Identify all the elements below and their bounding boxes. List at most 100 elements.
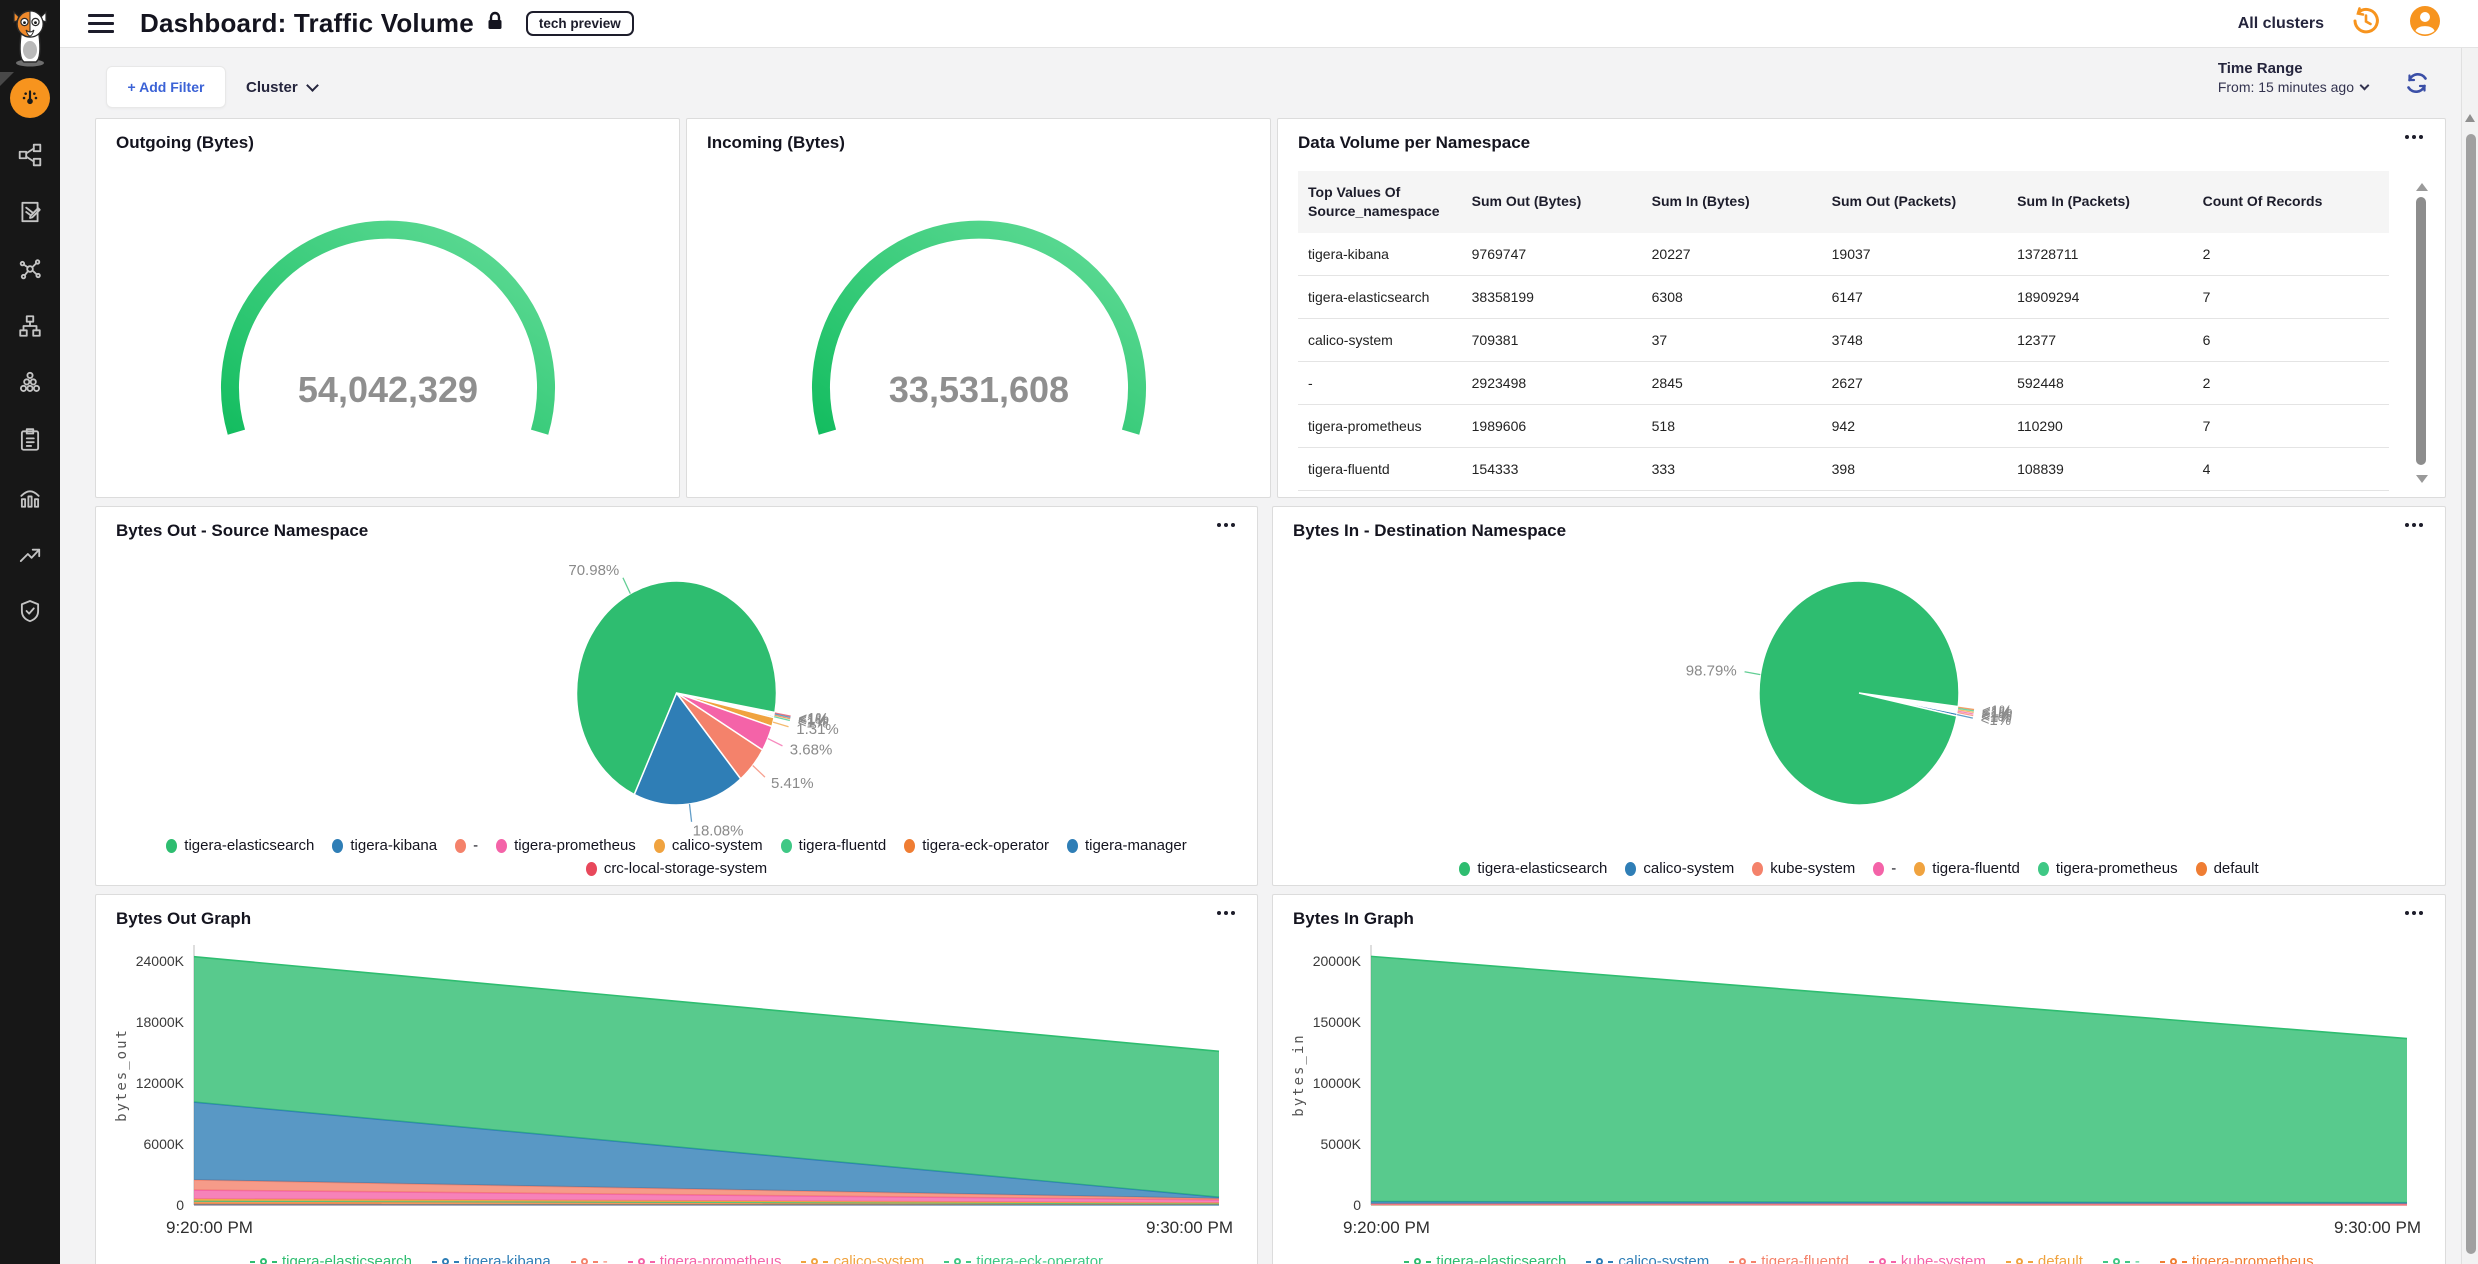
panel-options-icon[interactable] <box>2399 517 2429 533</box>
legend-item[interactable]: tigera-fluentd <box>781 837 887 854</box>
sidebar-item-dashboards[interactable] <box>10 78 50 118</box>
panel-options-icon[interactable] <box>2399 129 2429 145</box>
table-cell: 12377 <box>2007 318 2192 361</box>
table-scrollbar[interactable] <box>2415 183 2427 483</box>
legend-item[interactable]: tigera-elasticsearch <box>1459 860 1607 877</box>
scrollbar-thumb[interactable] <box>2416 197 2426 465</box>
cluster-selector[interactable]: All clusters <box>2238 15 2324 33</box>
panel-options-icon[interactable] <box>2399 905 2429 921</box>
top-header: Dashboard: Traffic Volume tech preview A… <box>60 0 2478 48</box>
legend-item[interactable]: tigera-prometheus <box>2160 1253 2314 1264</box>
legend-item[interactable]: calico-system <box>1586 1253 1709 1264</box>
legend-item[interactable]: calico-system <box>654 837 763 854</box>
table-cell: 7 <box>2193 404 2389 447</box>
sidebar-item-security[interactable] <box>10 591 50 631</box>
table-column-header[interactable]: Sum Out (Bytes) <box>1462 171 1642 233</box>
sidebar-item-service-graph[interactable] <box>10 135 50 175</box>
pie-label-line <box>773 722 788 727</box>
sidebar-item-policies[interactable] <box>10 192 50 232</box>
table-column-header[interactable]: Sum In (Bytes) <box>1642 171 1822 233</box>
panel-incoming-bytes: Incoming (Bytes) 33,531,608 <box>686 118 1271 498</box>
table-cell: 13728711 <box>2007 233 2192 276</box>
table-cell: 6308 <box>1642 275 1822 318</box>
molecule-icon <box>17 256 43 282</box>
panel-data-volume-table: Data Volume per Namespace Top Values Of … <box>1277 118 2446 498</box>
legend-item[interactable]: default <box>2196 860 2259 877</box>
gauge-chart-outgoing: 54,042,329 <box>188 197 588 447</box>
sidebar-item-network-topology[interactable] <box>10 306 50 346</box>
time-range: Time Range From: 15 minutes ago <box>2218 60 2368 95</box>
legend-item[interactable]: tigera-prometheus <box>2038 860 2178 877</box>
hamburger-menu-icon[interactable] <box>88 9 114 38</box>
legend-item[interactable]: - <box>2103 1253 2140 1264</box>
legend-item[interactable]: calico-system <box>801 1253 924 1264</box>
time-range-title: Time Range <box>2218 60 2368 77</box>
scrollbar-thumb[interactable] <box>2466 134 2476 1254</box>
legend-item[interactable]: tigera-prometheus <box>496 837 636 854</box>
panel-options-icon[interactable] <box>1211 517 1241 533</box>
sidebar-item-trends[interactable] <box>10 534 50 574</box>
scroll-up-icon[interactable] <box>2416 183 2428 191</box>
pie-chart-bytes-out: <1%<1%<1%<1%1.31%3.68%5.41%18.08%70.98% <box>96 543 1257 843</box>
panel-title: Bytes Out - Source Namespace <box>96 507 1257 545</box>
table-column-header[interactable]: Sum Out (Packets) <box>1822 171 2007 233</box>
legend-item[interactable]: tigera-fluentd <box>1914 860 2020 877</box>
legend-marker-icon <box>1414 1258 1421 1264</box>
area-series[interactable] <box>1371 956 2407 1202</box>
legend-marker-icon <box>442 1258 449 1264</box>
table-cell: 94495 <box>1462 490 1642 498</box>
legend-swatch <box>1873 862 1884 876</box>
panel-options-icon[interactable] <box>1211 905 1241 921</box>
refresh-icon[interactable] <box>2404 70 2430 101</box>
legend-item[interactable]: tigera-elasticsearch <box>1404 1253 1566 1264</box>
legend-item[interactable]: - <box>571 1253 608 1264</box>
pie-slice[interactable] <box>1759 581 1959 805</box>
sidebar-item-clusters[interactable] <box>10 363 50 403</box>
legend-item[interactable]: tigera-eck-operator <box>904 837 1049 854</box>
sidebar-item-compliance[interactable] <box>10 420 50 460</box>
table-cell: 38358199 <box>1462 275 1642 318</box>
legend-item[interactable]: - <box>1873 860 1896 877</box>
legend-item[interactable]: - <box>455 837 478 854</box>
legend-item[interactable]: tigera-elasticsearch <box>250 1253 412 1264</box>
legend-item[interactable]: tigera-manager <box>1067 837 1187 854</box>
scroll-up-icon[interactable] <box>2465 114 2475 122</box>
history-icon[interactable] <box>2350 5 2382 42</box>
legend-item[interactable]: tigera-kibana <box>432 1253 551 1264</box>
legend-swatch <box>2038 862 2049 876</box>
cluster-filter-dropdown[interactable]: Cluster <box>246 66 317 108</box>
table-cell: 110290 <box>2007 404 2192 447</box>
legend-item[interactable]: kube-system <box>1869 1253 1986 1264</box>
table-column-header[interactable]: Top Values Of Source_namespace <box>1298 171 1462 233</box>
tigera-mascot-logo[interactable] <box>6 6 54 73</box>
table-column-header[interactable]: Count Of Records <box>2193 171 2389 233</box>
legend-item[interactable]: kube-system <box>1752 860 1855 877</box>
legend-item[interactable]: tigera-eck-operator <box>944 1253 1103 1264</box>
time-range-dropdown[interactable]: From: 15 minutes ago <box>2218 79 2368 95</box>
stats-arch-icon <box>17 484 43 510</box>
legend-item[interactable]: tigera-elasticsearch <box>166 837 314 854</box>
sidebar-item-nodes[interactable] <box>10 249 50 289</box>
legend-item[interactable]: tigera-kibana <box>332 837 437 854</box>
legend-label: tigera-prometheus <box>660 1253 782 1264</box>
legend-item[interactable]: default <box>2006 1253 2083 1264</box>
legend-item[interactable]: calico-system <box>1625 860 1734 877</box>
scroll-down-icon[interactable] <box>2416 475 2428 483</box>
legend-item[interactable]: tigera-prometheus <box>628 1253 782 1264</box>
legend-label: tigera-kibana <box>464 1253 551 1264</box>
pie-percent-label: 98.79% <box>1686 662 1737 679</box>
table-column-header[interactable]: Sum In (Packets) <box>2007 171 2192 233</box>
legend-item[interactable]: tigera-fluentd <box>1729 1253 1849 1264</box>
user-avatar-icon[interactable] <box>2408 4 2442 43</box>
table-cell: 2845 <box>1642 361 1822 404</box>
table-cell: 6147 <box>1822 275 2007 318</box>
legend-item[interactable]: crc-local-storage-system <box>586 860 767 877</box>
legend-label: tigera-fluentd <box>799 837 887 854</box>
table-cell: 2 <box>2193 233 2389 276</box>
sidebar-item-activity[interactable] <box>10 477 50 517</box>
panel-title: Bytes Out Graph <box>96 895 1257 933</box>
add-filter-button[interactable]: + Add Filter <box>106 66 226 108</box>
table-cell: tigera-kibana <box>1298 233 1462 276</box>
page-scrollbar[interactable] <box>2461 48 2478 1264</box>
panel-title: Outgoing (Bytes) <box>96 119 679 157</box>
